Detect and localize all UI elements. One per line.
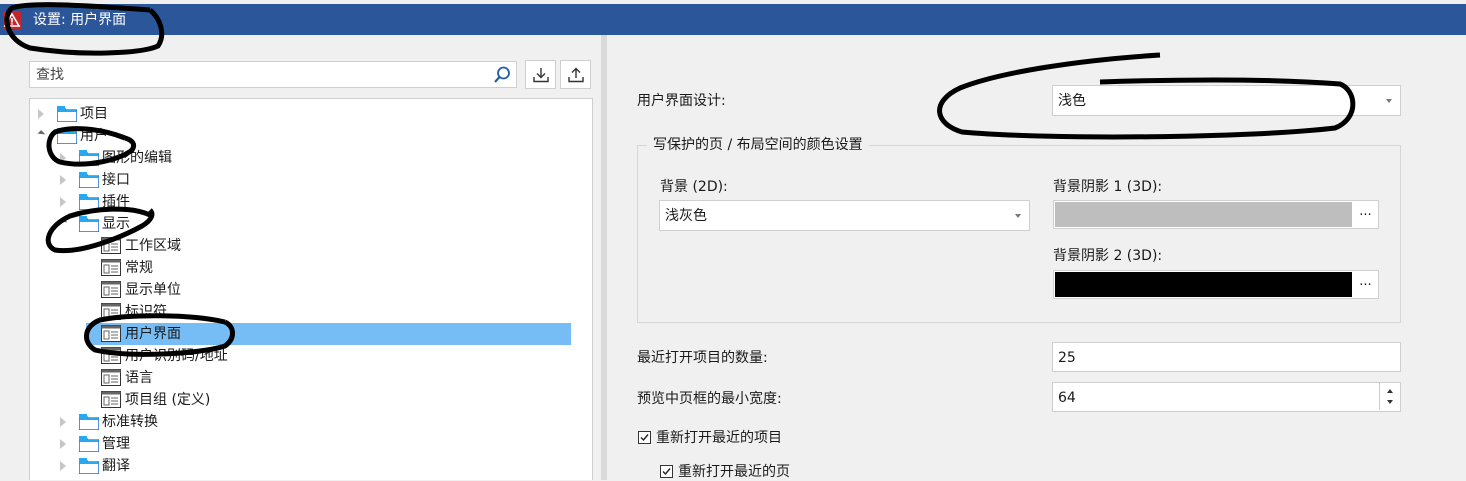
recent-count-input[interactable]: 25 <box>1052 342 1401 372</box>
folder-icon <box>79 458 99 474</box>
folder-icon <box>57 106 77 122</box>
folder-icon <box>57 128 77 144</box>
background-2d-value: 浅灰色 <box>665 208 707 224</box>
tree-item-label: 项目 <box>80 106 108 122</box>
settings-page-icon <box>101 237 121 254</box>
tree-item-label: 显示 <box>102 216 130 232</box>
recent-count-value: 25 <box>1058 350 1076 366</box>
stepper-buttons[interactable] <box>1379 383 1400 410</box>
tree-item-label: 用户识别码/地址 <box>125 348 228 364</box>
title-bar: 设置: 用户界面 <box>0 4 1466 35</box>
warning-icon <box>3 11 21 29</box>
chevron-down-icon <box>1015 214 1021 218</box>
ui-design-value: 浅色 <box>1058 93 1086 109</box>
folder-icon <box>79 172 99 188</box>
tree-item-label: 插件 <box>102 194 130 210</box>
tree-item-label: 接口 <box>102 172 130 188</box>
ui-design-label: 用户界面设计: <box>637 93 726 109</box>
folder-icon <box>79 216 99 232</box>
background-2d-label: 背景 (2D): <box>660 179 728 195</box>
reopen-projects-checkbox[interactable] <box>638 431 651 444</box>
export-button[interactable] <box>560 60 591 89</box>
background-2d-dropdown[interactable]: 浅灰色 <box>659 200 1030 231</box>
tree-item-label: 语言 <box>125 370 153 386</box>
reopen-pages-label: 重新打开最近的页 <box>678 464 790 480</box>
tree-item-label: 管理 <box>102 436 130 452</box>
ui-design-dropdown[interactable]: 浅色 <box>1052 85 1401 116</box>
shade1-swatch <box>1055 202 1352 227</box>
shade1-color-picker[interactable]: ... <box>1053 200 1379 229</box>
settings-page-icon <box>101 325 121 342</box>
shade1-label: 背景阴影 1 (3D): <box>1053 179 1163 195</box>
expand-icon[interactable] <box>60 417 66 427</box>
settings-page-icon <box>101 303 121 320</box>
tree-item-label: 用户 <box>80 128 108 144</box>
expand-icon[interactable] <box>60 461 66 471</box>
expand-icon[interactable] <box>38 109 44 119</box>
tree-item-label: 项目组 (定义) <box>125 392 211 408</box>
settings-page-icon <box>101 259 121 276</box>
reopen-pages-checkbox[interactable] <box>660 465 673 478</box>
tree-item-label: 显示单位 <box>125 282 181 298</box>
tree-item-label: 用户界面 <box>125 326 181 342</box>
recent-count-label: 最近打开项目的数量: <box>637 350 768 366</box>
chevron-down-icon <box>1386 99 1392 103</box>
tree-item-label: 常规 <box>125 260 153 276</box>
tree-item-label: 翻译 <box>102 458 130 474</box>
shade2-label: 背景阴影 2 (3D): <box>1053 248 1163 264</box>
export-icon <box>568 67 584 83</box>
chevron-down-icon[interactable] <box>1387 400 1393 404</box>
settings-page-icon <box>101 281 121 298</box>
shade2-browse-button[interactable]: ... <box>1353 271 1378 298</box>
preview-width-value: 64 <box>1058 390 1076 406</box>
checkmark-icon <box>662 468 671 476</box>
folder-icon <box>79 436 99 452</box>
chevron-up-icon[interactable] <box>1387 389 1393 393</box>
expand-icon[interactable] <box>60 197 66 207</box>
import-icon <box>533 68 549 83</box>
expand-icon[interactable] <box>60 153 66 163</box>
tree-item-label: 标准转换 <box>102 414 158 430</box>
settings-page-icon <box>101 369 121 386</box>
folder-icon <box>79 150 99 166</box>
folder-icon <box>79 414 99 430</box>
shade1-browse-button[interactable]: ... <box>1353 201 1378 228</box>
tree-item-label: 标识符 <box>125 304 167 320</box>
import-button[interactable] <box>525 60 556 89</box>
checkmark-icon <box>640 434 649 442</box>
tree-item-label: 图形的编辑 <box>102 150 172 166</box>
settings-page-icon <box>101 391 121 408</box>
search-input[interactable]: 查找 <box>29 61 517 88</box>
expand-icon[interactable] <box>60 175 66 185</box>
preview-width-label: 预览中页框的最小宽度: <box>637 391 782 407</box>
folder-icon <box>79 194 99 210</box>
window-title: 设置: 用户界面 <box>33 12 127 28</box>
settings-page-icon <box>101 347 121 364</box>
shade2-color-picker[interactable]: ... <box>1053 270 1379 299</box>
reopen-projects-label: 重新打开最近的项目 <box>656 430 782 446</box>
preview-width-stepper[interactable]: 64 <box>1052 382 1401 412</box>
shade2-swatch <box>1055 272 1352 297</box>
color-settings-group-title: 写保护的页 / 布局空间的颜色设置 <box>647 136 869 154</box>
tree-item-label: 工作区域 <box>125 238 181 254</box>
search-icon[interactable] <box>492 65 512 85</box>
search-placeholder: 查找 <box>36 67 64 83</box>
expand-icon[interactable] <box>60 439 66 449</box>
